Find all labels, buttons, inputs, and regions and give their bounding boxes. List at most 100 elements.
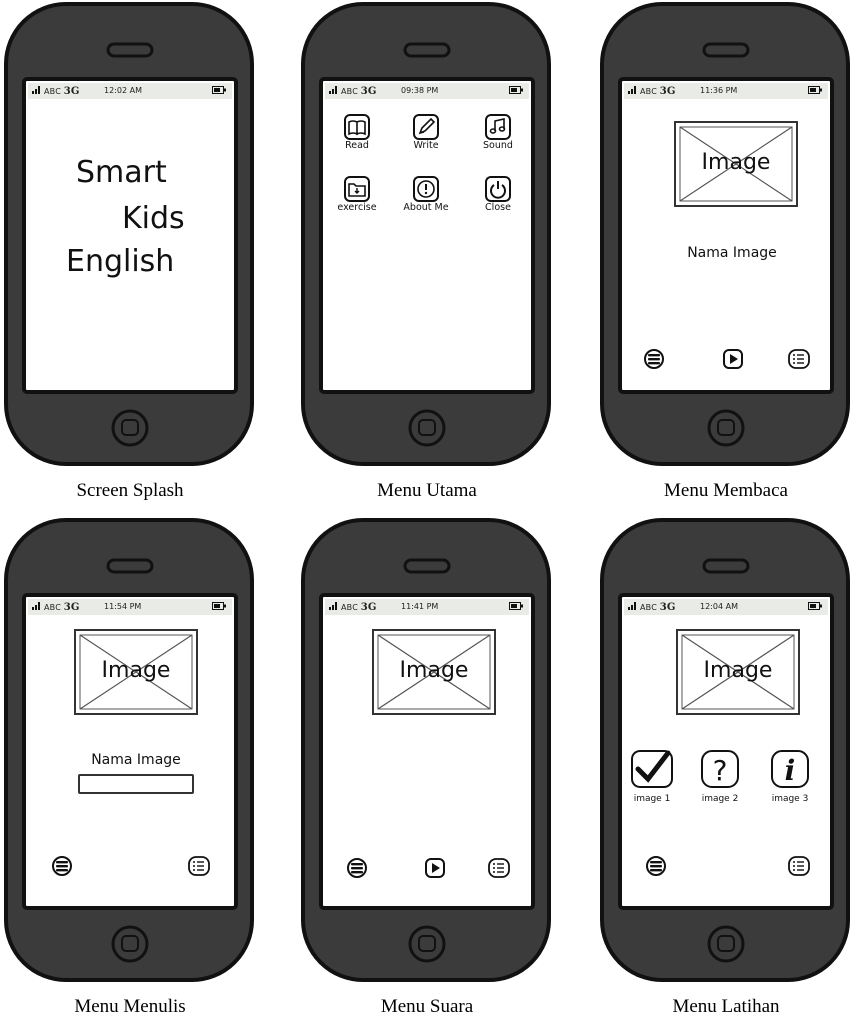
quiz-option-label: image 2 <box>701 794 739 804</box>
status-bar: ABC 3G 12:02 AM <box>28 83 232 99</box>
image-placeholder: Image <box>676 629 800 715</box>
status-bar: ABC 3G 11:41 PM <box>325 599 529 615</box>
speaker-slot <box>702 42 750 58</box>
carrier-label: ABC 3G <box>44 86 80 97</box>
carrier-label: ABC 3G <box>341 86 377 97</box>
menu-read-button[interactable]: Read <box>329 113 385 151</box>
status-time: 09:38 PM <box>401 86 439 95</box>
menu-write-button[interactable]: Write <box>398 113 454 151</box>
power-icon <box>485 176 511 202</box>
home-button <box>111 925 149 963</box>
signal-bars-icon <box>32 602 42 612</box>
status-bar: ABC 3G 09:38 PM <box>325 83 529 99</box>
status-bar: ABC 3G 12:04 AM <box>624 599 828 615</box>
quiz-option-label: image 3 <box>771 794 809 804</box>
play-icon[interactable] <box>723 349 743 373</box>
phone-caption: Menu Menulis <box>74 996 186 1017</box>
phone-screen: ABC 3G 11:41 PM Image <box>325 599 529 904</box>
image-placeholder: Image <box>372 629 496 715</box>
status-time: 12:02 AM <box>104 86 142 95</box>
image-placeholder: Image <box>674 121 798 207</box>
pencil-icon <box>413 114 439 140</box>
image-name-text: Nama Image <box>91 752 181 768</box>
speaker-slot <box>403 558 451 574</box>
hamburger-menu-icon[interactable] <box>646 856 666 880</box>
question-mark-icon: ? <box>701 750 739 788</box>
phone-caption: Menu Latihan <box>672 996 780 1017</box>
menu-sound-button[interactable]: Sound <box>470 113 526 151</box>
splash-word-english: English <box>66 244 175 279</box>
hamburger-menu-icon[interactable] <box>347 858 367 882</box>
signal-bars-icon <box>628 86 638 96</box>
image-placeholder: Image <box>74 629 198 715</box>
home-button <box>707 409 745 447</box>
image-name-text: Nama Image <box>687 245 777 261</box>
speaker-slot <box>106 42 154 58</box>
status-bar: ABC 3G 11:54 PM <box>28 599 232 615</box>
battery-icon <box>212 602 226 612</box>
status-time: 11:41 PM <box>401 602 439 611</box>
speaker-slot <box>403 42 451 58</box>
menu-close-button[interactable]: Close <box>470 175 526 213</box>
menu-close-label: Close <box>485 202 511 213</box>
status-time: 11:54 PM <box>104 602 142 611</box>
list-icon[interactable] <box>788 856 810 880</box>
phone-menu-utama: ABC 3G 09:38 PM Read Write Sound exercis… <box>297 0 557 501</box>
list-icon[interactable] <box>788 349 810 373</box>
image-placeholder-label: Image <box>399 658 469 683</box>
phone-caption: Menu Utama <box>377 480 477 501</box>
menu-read-label: Read <box>345 140 369 151</box>
phone-screen: ABC 3G 12:02 AM Smart Kids English <box>28 83 232 388</box>
image-placeholder-label: Image <box>703 658 773 683</box>
play-icon[interactable] <box>425 858 445 882</box>
answer-input[interactable] <box>78 774 194 794</box>
carrier-label: ABC 3G <box>44 602 80 613</box>
book-icon <box>344 114 370 140</box>
menu-sound-label: Sound <box>483 140 513 151</box>
phone-caption: Menu Suara <box>380 996 474 1017</box>
quiz-option-2[interactable]: ? image 2 <box>692 749 748 804</box>
menu-exercise-button[interactable]: exercise <box>329 175 385 213</box>
home-button <box>408 409 446 447</box>
signal-bars-icon <box>32 86 42 96</box>
battery-icon <box>808 86 822 96</box>
battery-icon <box>808 602 822 612</box>
phone-caption: Screen Splash <box>76 480 184 501</box>
svg-text:?: ? <box>713 754 728 787</box>
quiz-option-3[interactable]: i image 3 <box>762 749 818 804</box>
info-icon: i <box>771 750 809 788</box>
battery-icon <box>212 86 226 96</box>
splash-word-kids: Kids <box>122 201 185 236</box>
phone-screen: ABC 3G 09:38 PM Read Write Sound exercis… <box>325 83 529 388</box>
svg-text:i: i <box>785 754 796 787</box>
phone-menu-membaca: ABC 3G 11:36 PM Image Nama Image Menu Me… <box>596 0 856 501</box>
signal-bars-icon <box>329 86 339 96</box>
hamburger-menu-icon[interactable] <box>52 856 72 880</box>
list-icon[interactable] <box>188 856 210 880</box>
exclamation-icon <box>413 176 439 202</box>
quiz-option-label: image 1 <box>633 794 671 804</box>
carrier-label: ABC 3G <box>341 602 377 613</box>
menu-write-label: Write <box>413 140 439 151</box>
image-placeholder-label: Image <box>701 150 771 175</box>
quiz-option-1[interactable]: image 1 <box>624 749 680 804</box>
phone-menu-suara: ABC 3G 11:41 PM Image Menu Suara <box>297 516 557 1017</box>
phone-menu-menulis: ABC 3G 11:54 PM Image Nama Image Menu Me… <box>0 516 260 1017</box>
image-placeholder-label: Image <box>101 658 171 683</box>
phone-screen: ABC 3G 12:04 AM Image image 1 ? image 2 … <box>624 599 828 904</box>
menu-exercise-label: exercise <box>337 202 377 213</box>
list-icon[interactable] <box>488 858 510 882</box>
carrier-label: ABC 3G <box>640 86 676 97</box>
menu-about-button[interactable]: About Me <box>398 175 454 213</box>
phone-caption: Menu Membaca <box>664 480 788 501</box>
menu-about-label: About Me <box>403 202 449 213</box>
carrier-label: ABC 3G <box>640 602 676 613</box>
battery-icon <box>509 86 523 96</box>
status-time: 11:36 PM <box>700 86 738 95</box>
speaker-slot <box>702 558 750 574</box>
battery-icon <box>509 602 523 612</box>
folder-icon <box>344 176 370 202</box>
checkmark-icon <box>631 750 673 788</box>
home-button <box>707 925 745 963</box>
hamburger-menu-icon[interactable] <box>644 349 664 373</box>
